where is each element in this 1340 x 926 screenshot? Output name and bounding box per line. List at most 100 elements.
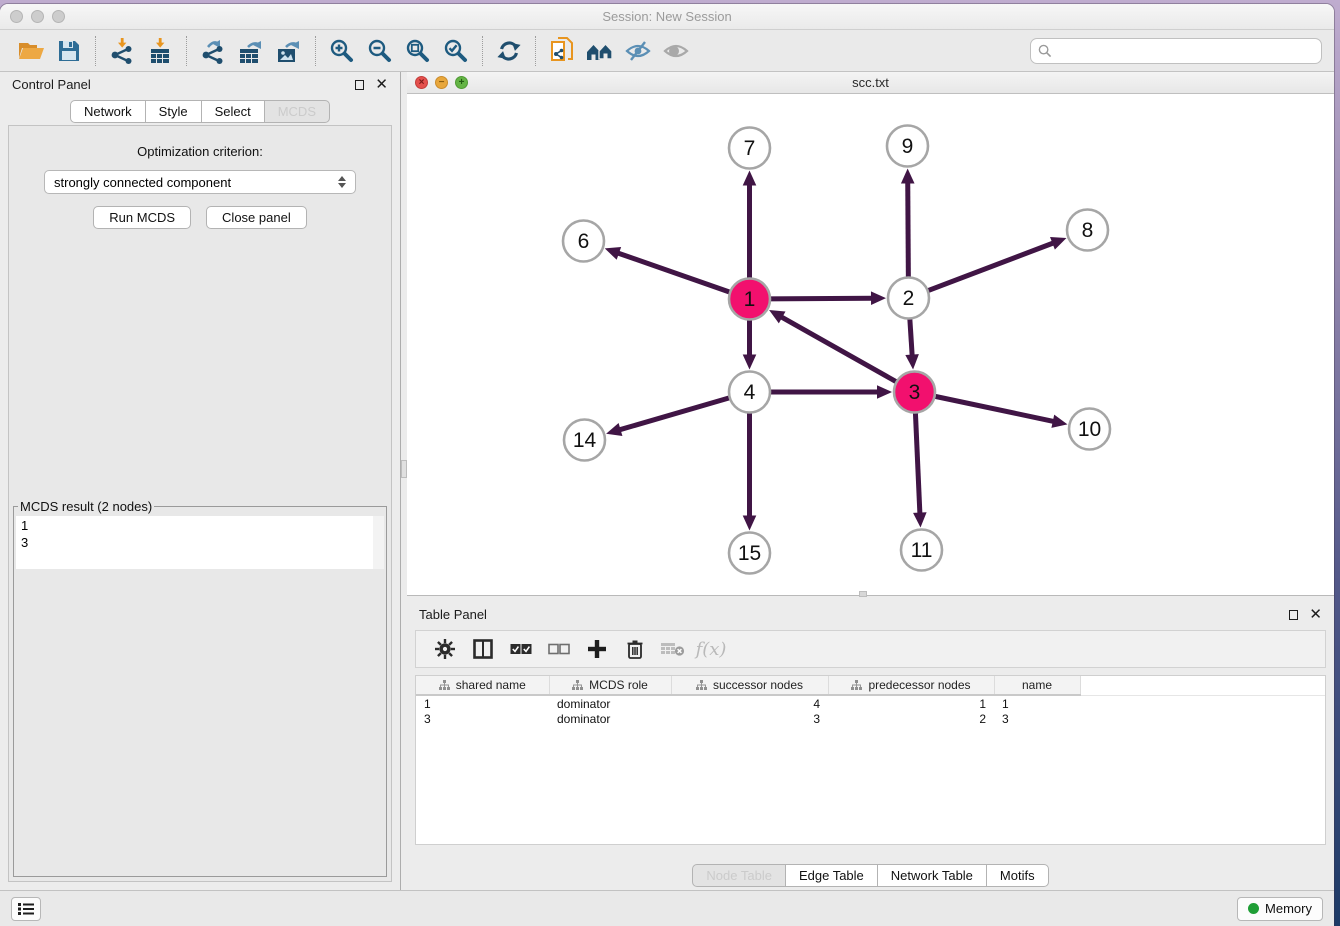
graph-node-9[interactable]: 9 [887, 126, 928, 167]
tab-node-table[interactable]: Node Table [692, 864, 786, 887]
zoom-selected-button[interactable] [437, 34, 475, 68]
zoom-fit-button[interactable] [399, 34, 437, 68]
graph-node-8[interactable]: 8 [1067, 210, 1108, 251]
splitter-grip[interactable] [859, 591, 867, 597]
graph-node-3[interactable]: 3 [894, 372, 935, 413]
network-traffic-lights: × − + [415, 76, 468, 89]
graph-edge-1-6[interactable] [605, 247, 733, 293]
graph-edge-3-11[interactable] [913, 409, 927, 527]
graph-node-10[interactable]: 10 [1069, 409, 1110, 450]
open-session-button[interactable] [12, 34, 50, 68]
homes-button[interactable] [581, 34, 619, 68]
column-header-name[interactable]: name [994, 676, 1080, 695]
tab-mcds[interactable]: MCDS [264, 100, 330, 123]
table-cell[interactable]: 1 [994, 695, 1080, 711]
graph-node-6[interactable]: 6 [563, 221, 604, 262]
table-cell[interactable]: dominator [549, 695, 671, 711]
table-cell[interactable]: 2 [828, 711, 994, 727]
table-cell[interactable]: dominator [549, 711, 671, 727]
zoom-window-icon[interactable] [52, 10, 65, 23]
zoom-out-button[interactable] [361, 34, 399, 68]
tab-edge-table[interactable]: Edge Table [785, 864, 878, 887]
graph-edge-4-3[interactable] [767, 385, 892, 399]
network-maximize-icon[interactable]: + [455, 76, 468, 89]
tab-motifs[interactable]: Motifs [986, 864, 1049, 887]
float-panel-icon[interactable] [1289, 610, 1298, 620]
close-panel-icon[interactable]: ✕ [1309, 610, 1322, 620]
graph-edge-4-14[interactable] [606, 397, 733, 436]
graph-edge-3-10[interactable] [932, 396, 1068, 428]
attribute-tree-icon [439, 680, 450, 691]
task-history-button[interactable] [11, 897, 41, 921]
graph-node-1[interactable]: 1 [729, 279, 770, 320]
network-minimize-icon[interactable]: − [435, 76, 448, 89]
close-panel-button[interactable]: Close panel [206, 206, 307, 229]
clone-network-button[interactable] [543, 34, 581, 68]
tab-network[interactable]: Network [70, 100, 146, 123]
table-cell[interactable]: 3 [416, 711, 549, 727]
search-input[interactable] [1057, 43, 1314, 58]
export-network-button[interactable] [194, 34, 232, 68]
table-cell[interactable]: 1 [828, 695, 994, 711]
apply-layout-button[interactable] [490, 34, 528, 68]
graph-edge-3-1[interactable] [769, 310, 899, 383]
table-settings-button[interactable] [426, 633, 464, 665]
graph-node-15[interactable]: 15 [729, 533, 770, 574]
graph-node-14[interactable]: 14 [564, 420, 605, 461]
graph-edge-1-4[interactable] [743, 317, 757, 370]
column-header-MCDS-role[interactable]: MCDS role [549, 676, 671, 695]
minimize-window-icon[interactable] [31, 10, 44, 23]
graph-edge-1-7[interactable] [743, 171, 757, 282]
show-hidden-button[interactable] [657, 34, 695, 68]
vertical-splitter[interactable] [400, 72, 407, 890]
result-scrollbar[interactable] [373, 516, 384, 569]
export-table-button[interactable] [232, 34, 270, 68]
graph-edge-2-3[interactable] [905, 315, 919, 369]
column-header-predecessor-nodes[interactable]: predecessor nodes [828, 676, 994, 695]
column-selector-button[interactable] [464, 633, 502, 665]
graph-node-7[interactable]: 7 [729, 128, 770, 169]
network-canvas[interactable]: 7 9 6 8 1 2 4 3 14 10 15 11 [407, 94, 1334, 595]
mcds-result-list[interactable]: 1 3 [16, 516, 384, 569]
table-cell[interactable]: 4 [671, 695, 828, 711]
select-all-columns-button[interactable] [502, 633, 540, 665]
table-row[interactable]: 1dominator411 [416, 695, 1325, 711]
memory-button[interactable]: Memory [1237, 897, 1323, 921]
run-mcds-button[interactable]: Run MCDS [93, 206, 191, 229]
graph-edge-2-8[interactable] [925, 237, 1067, 292]
table-cell[interactable]: 3 [994, 711, 1080, 727]
table-row[interactable]: 3dominator323 [416, 711, 1325, 727]
export-image-button[interactable] [270, 34, 308, 68]
search-field[interactable] [1030, 38, 1322, 64]
table-cell[interactable]: 3 [671, 711, 828, 727]
save-session-button[interactable] [50, 34, 88, 68]
create-column-button[interactable] [578, 633, 616, 665]
graph-edge-2-9[interactable] [901, 168, 915, 280]
zoom-in-button[interactable] [323, 34, 361, 68]
svg-text:7: 7 [744, 137, 756, 160]
open-folder-icon [18, 39, 45, 63]
column-header-successor-nodes[interactable]: successor nodes [671, 676, 828, 695]
graph-edge-4-15[interactable] [743, 410, 757, 531]
hide-selected-button[interactable] [619, 34, 657, 68]
deselect-all-columns-button[interactable] [540, 633, 578, 665]
network-close-icon[interactable]: × [415, 76, 428, 89]
graph-node-4[interactable]: 4 [729, 372, 770, 413]
delete-column-button[interactable] [616, 633, 654, 665]
svg-text:8: 8 [1082, 219, 1094, 242]
graph-edge-1-2[interactable] [767, 291, 886, 305]
close-panel-icon[interactable]: ✕ [375, 80, 388, 90]
graph-node-11[interactable]: 11 [901, 530, 942, 571]
graph-node-2[interactable]: 2 [888, 278, 929, 319]
close-window-icon[interactable] [10, 10, 23, 23]
float-panel-icon[interactable] [355, 80, 364, 90]
import-table-button[interactable] [141, 34, 179, 68]
table-cell[interactable]: 1 [416, 695, 549, 711]
tab-network-table[interactable]: Network Table [877, 864, 987, 887]
tab-style[interactable]: Style [145, 100, 202, 123]
column-header-shared-name[interactable]: shared name [416, 676, 549, 695]
import-network-button[interactable] [103, 34, 141, 68]
horizontal-splitter[interactable] [407, 595, 1334, 602]
tab-select[interactable]: Select [201, 100, 265, 123]
criterion-dropdown[interactable]: strongly connected component [44, 170, 356, 194]
